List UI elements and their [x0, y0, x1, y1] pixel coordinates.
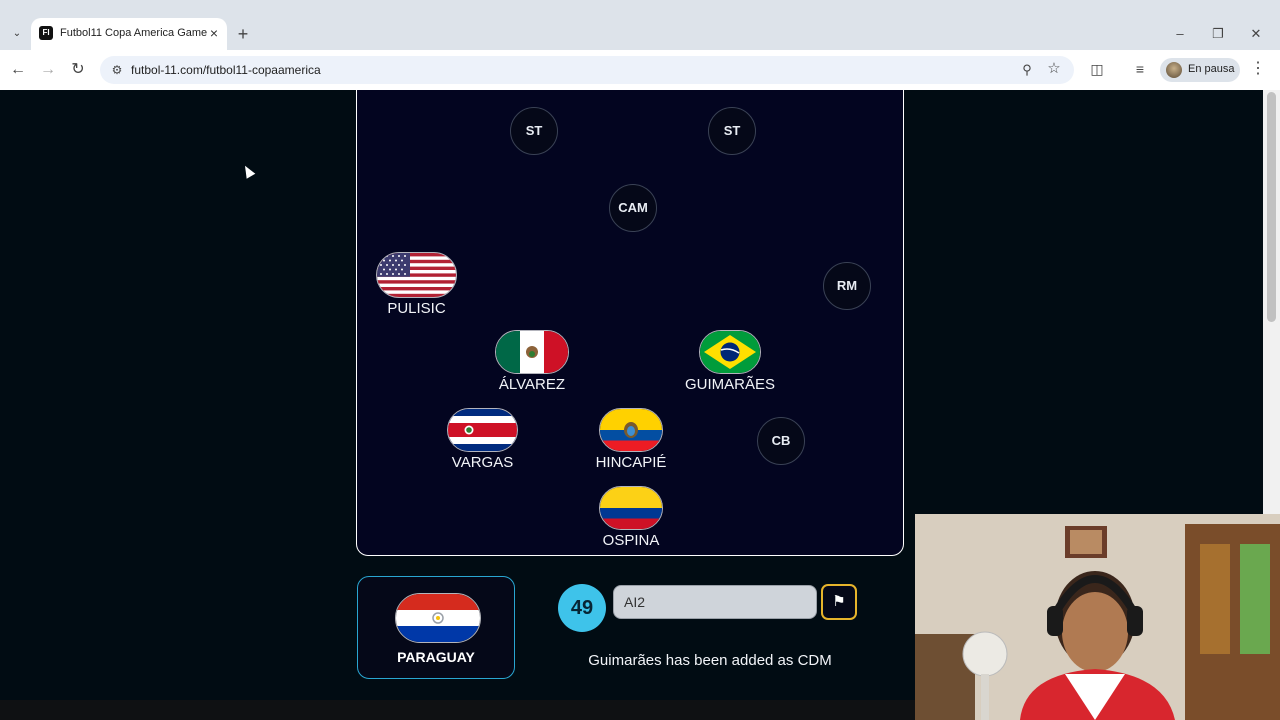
tune-icon[interactable]: ⚙ — [108, 61, 126, 79]
zoom-icon[interactable]: ⚲ — [1018, 61, 1036, 79]
player-card-ospina[interactable]: OSPINA — [599, 486, 663, 549]
position-slot-cam[interactable]: CAM — [609, 184, 657, 232]
player-name: PULISIC — [387, 300, 446, 317]
star-icon[interactable]: ☆ — [1045, 60, 1063, 78]
player-name: HINCAPIÉ — [595, 454, 667, 471]
player-card-pulisic[interactable]: PULISIC — [376, 252, 457, 317]
position-slot-st-right[interactable]: ST — [708, 107, 756, 155]
paraguay-flag-icon — [395, 593, 481, 643]
close-icon[interactable]: × — [204, 23, 224, 43]
player-card-vargas[interactable]: VARGAS — [447, 408, 518, 471]
player-card-guimaraes[interactable]: GUIMARÃES — [685, 330, 775, 393]
player-name: ÁLVAREZ — [498, 376, 566, 393]
current-nation-card: PARAGUAY — [357, 576, 515, 679]
browser-tab[interactable]: FI Futbol11 Copa America Game × — [31, 18, 227, 50]
scrollbar-thumb[interactable] — [1267, 92, 1276, 322]
minimize-icon[interactable]: – — [1168, 23, 1192, 45]
player-name: OSPINA — [602, 532, 660, 549]
player-search-input[interactable]: AI2 — [613, 585, 817, 619]
nation-name: PARAGUAY — [397, 649, 475, 665]
mexico-flag-icon — [495, 330, 569, 374]
costa-rica-flag-icon — [447, 408, 518, 452]
favicon: FI — [39, 26, 53, 40]
profile-chip[interactable]: En pausa — [1160, 58, 1240, 82]
reload-icon[interactable]: ↻ — [67, 59, 89, 81]
plus-icon[interactable]: + — [233, 24, 253, 44]
player-name: VARGAS — [451, 454, 514, 471]
colombia-flag-icon — [599, 486, 663, 530]
kebab-menu-icon[interactable]: ⋮ — [1248, 59, 1268, 79]
address-bar[interactable]: ⚙ futbol-11.com/futbol11-copaamerica ⚲ ☆ — [100, 56, 1074, 84]
avatar — [1166, 62, 1182, 78]
player-name: GUIMARÃES — [684, 376, 775, 393]
flag-icon[interactable]: ⚑ — [821, 584, 857, 620]
profile-label: En pausa — [1188, 63, 1235, 75]
arrow-right-icon[interactable]: → — [37, 59, 59, 81]
ecuador-flag-icon — [599, 408, 663, 452]
close-window-icon[interactable]: ✕ — [1244, 23, 1268, 45]
status-message: Guimarães has been added as CDM — [588, 652, 832, 669]
tab-title: Futbol11 Copa America Game — [60, 27, 208, 39]
usa-flag-icon — [376, 252, 457, 298]
position-slot-cb[interactable]: CB — [757, 417, 805, 465]
url-text[interactable]: futbol-11.com/futbol11-copaamerica — [131, 63, 321, 77]
puzzle-icon[interactable]: ◫ — [1087, 59, 1107, 79]
remaining-counter: 49 — [558, 584, 606, 632]
brazil-flag-icon — [699, 330, 761, 374]
position-slot-rm[interactable]: RM — [823, 262, 871, 310]
tab-bar: ⌄ FI Futbol11 Copa America Game × + – ❐ … — [0, 0, 1280, 50]
media-control-icon[interactable]: ≡ — [1130, 59, 1150, 79]
player-card-hincapie[interactable]: HINCAPIÉ — [596, 408, 666, 471]
player-card-alvarez[interactable]: ÁLVAREZ — [495, 330, 569, 393]
webcam-overlay — [915, 514, 1280, 720]
position-slot-st-left[interactable]: ST — [510, 107, 558, 155]
arrow-left-icon[interactable]: ← — [7, 59, 29, 81]
restore-icon[interactable]: ❐ — [1206, 23, 1230, 45]
chevron-down-icon[interactable]: ⌄ — [7, 24, 27, 44]
